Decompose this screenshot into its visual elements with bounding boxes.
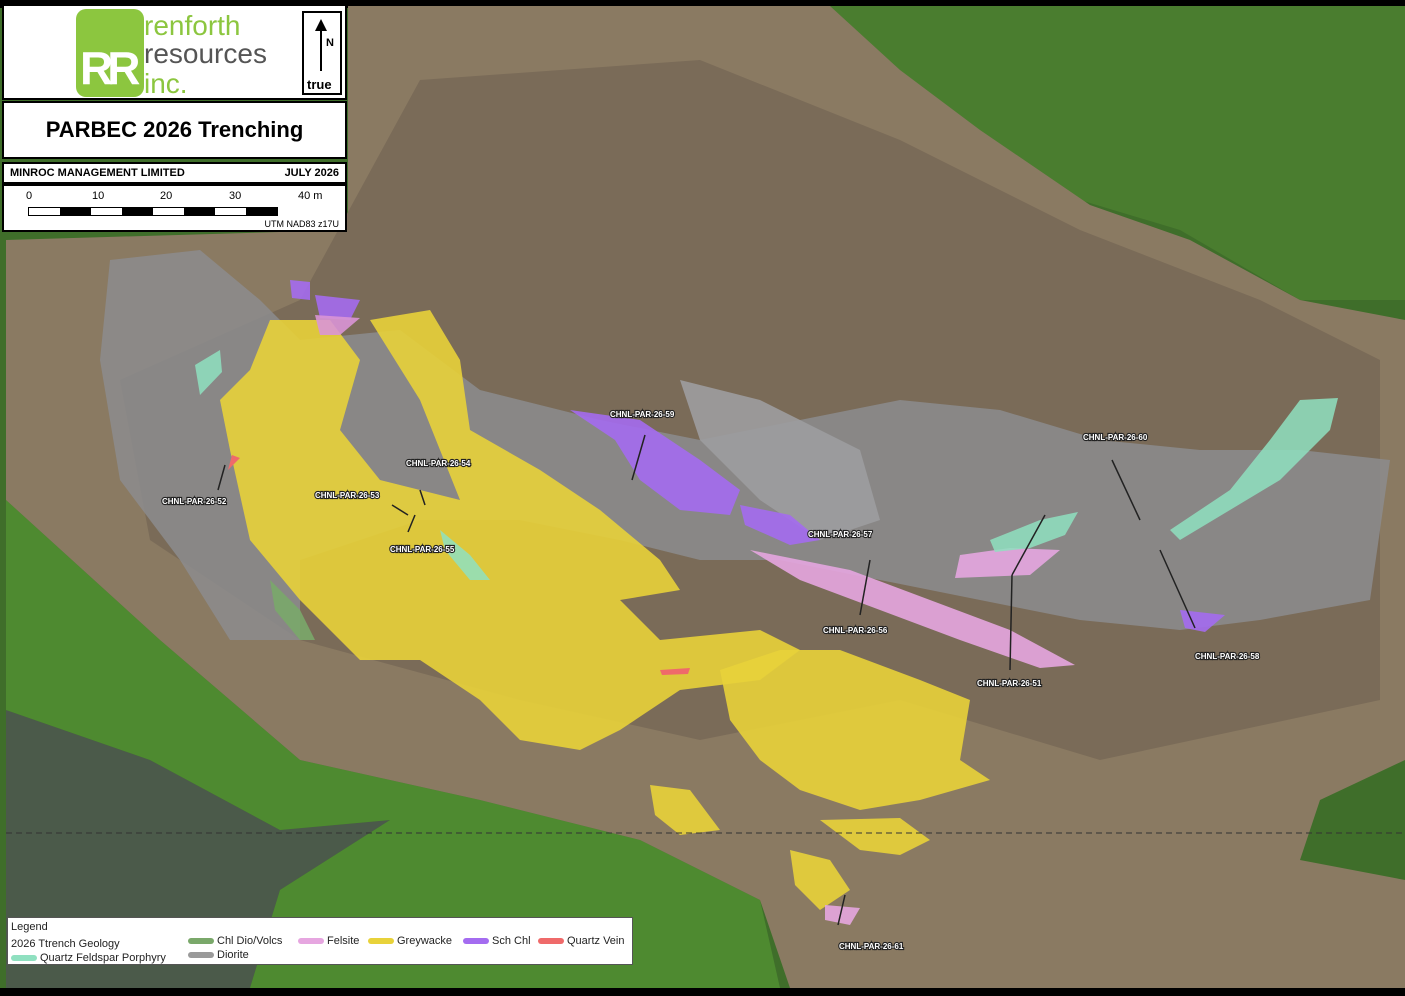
- legend-item-quartz-vein: Quartz Vein: [538, 935, 624, 947]
- logo-word-resources: resources: [144, 38, 267, 69]
- north-arrow: N true: [302, 11, 342, 95]
- legend-swatch: [538, 938, 564, 944]
- legend-swatch: [188, 938, 214, 944]
- company-name: MINROC MANAGEMENT LIMITED: [10, 167, 185, 179]
- logo-word-inc: inc.: [144, 68, 188, 99]
- logo-word-renforth: renforth: [144, 10, 241, 41]
- map-stage: CHNL-PAR-26-52 CHNL-PAR-26-53 CHNL-PAR-2…: [0, 0, 1405, 996]
- legend: Legend 2026 Ttrench Geology Chl Dio/Volc…: [7, 917, 633, 965]
- company-logo-mark: RR: [76, 9, 144, 97]
- map-date: JULY 2026: [284, 167, 339, 179]
- legend-label: Quartz Feldspar Porphyry: [40, 952, 166, 964]
- legend-swatch: [463, 938, 489, 944]
- logo-panel: RR renforth resources inc. N true: [2, 4, 347, 100]
- legend-label: Quartz Vein: [567, 935, 625, 947]
- legend-label: Greywacke: [397, 935, 453, 947]
- map-title: PARBEC 2026 Trenching: [45, 117, 304, 142]
- trench-label-58: CHNL-PAR-26-58: [1195, 652, 1260, 661]
- trench-label-51: CHNL-PAR-26-51: [977, 679, 1042, 688]
- logo-mark-letters: RR: [80, 42, 141, 94]
- company-panel: MINROC MANAGEMENT LIMITED JULY 2026: [2, 162, 347, 184]
- legend-swatch: [188, 952, 214, 958]
- trench-label-53: CHNL-PAR-26-53: [315, 491, 380, 500]
- legend-label: Sch Chl: [492, 935, 531, 947]
- map-border-bottom: [0, 988, 1405, 996]
- trench-label-59: CHNL-PAR-26-59: [610, 410, 675, 419]
- title-panel: PARBEC 2026 Trenching: [2, 101, 347, 159]
- scale-tick-0: 0: [26, 190, 33, 202]
- coordinate-system: UTM NAD83 z17U: [264, 219, 339, 229]
- scale-tick-20: 20: [160, 190, 173, 202]
- legend-item-chl-dio-volcs: Chl Dio/Volcs: [188, 935, 282, 947]
- legend-item-qfp: Quartz Feldspar Porphyry: [11, 952, 166, 964]
- legend-swatch: [368, 938, 394, 944]
- legend-subtitle: 2026 Ttrench Geology: [11, 938, 120, 950]
- legend-title: Legend: [11, 921, 48, 933]
- legend-swatch: [11, 955, 37, 961]
- scale-tick-10: 10: [92, 190, 105, 202]
- legend-item-greywacke: Greywacke: [368, 935, 452, 947]
- scale-tick-30: 30: [229, 190, 242, 202]
- north-letter: N: [326, 37, 334, 49]
- scale-tick-40: 40 m: [298, 190, 323, 202]
- scale-panel: 0 10 20 30 40 m UTM NAD83 z17U: [2, 184, 347, 232]
- legend-label: Felsite: [327, 935, 360, 947]
- north-true-label: true: [307, 77, 332, 92]
- legend-label: Chl Dio/Volcs: [217, 935, 283, 947]
- legend-item-diorite: Diorite: [188, 949, 249, 961]
- scale-bar: [28, 207, 278, 216]
- legend-item-felsite: Felsite: [298, 935, 359, 947]
- sch-chl-unit-3: [290, 280, 310, 300]
- trench-label-60: CHNL-PAR-26-60: [1083, 433, 1148, 442]
- trench-label-54: CHNL-PAR-26-54: [406, 459, 471, 468]
- trench-label-52: CHNL-PAR-26-52: [162, 497, 227, 506]
- legend-swatch: [298, 938, 324, 944]
- trench-label-56: CHNL-PAR-26-56: [823, 626, 888, 635]
- legend-label: Diorite: [217, 949, 249, 961]
- trench-label-61: CHNL-PAR-26-61: [839, 942, 904, 951]
- trench-label-57: CHNL-PAR-26-57: [808, 530, 873, 539]
- legend-item-sch-chl: Sch Chl: [463, 935, 531, 947]
- trench-label-55: CHNL-PAR-26-55: [390, 545, 455, 554]
